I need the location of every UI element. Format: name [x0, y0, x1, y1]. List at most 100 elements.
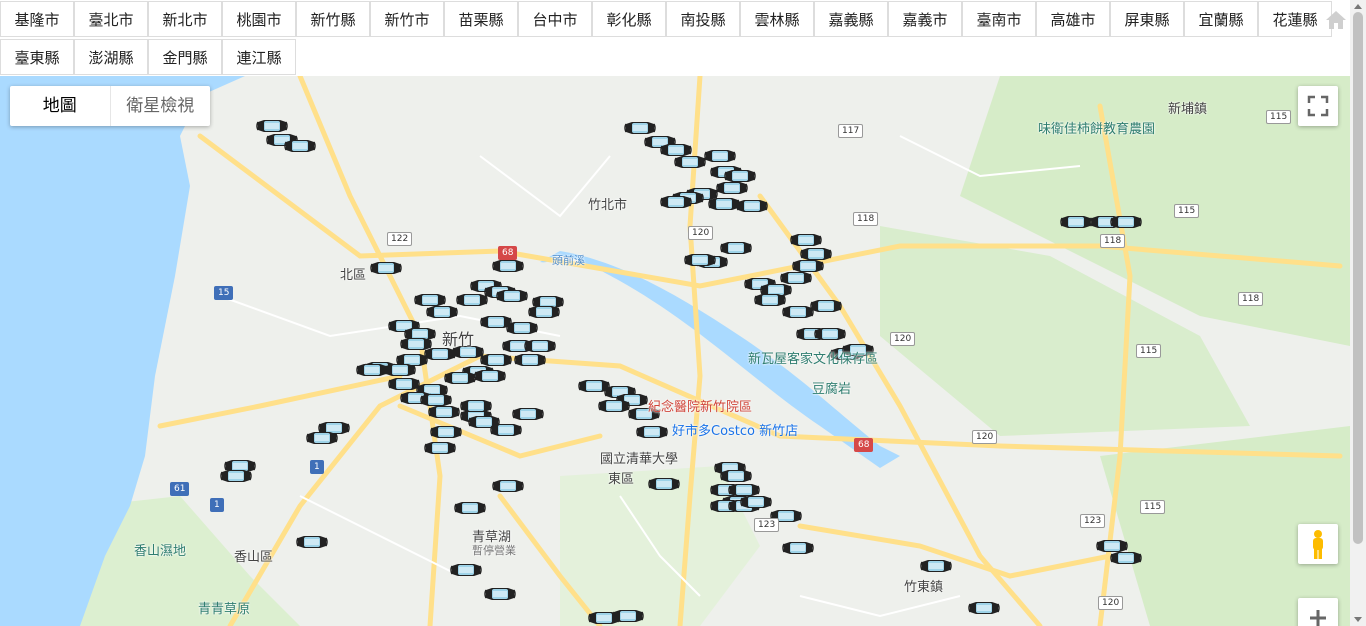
county-tab-0[interactable]: 基隆市 — [0, 1, 74, 37]
county-tab-1[interactable]: 臺北市 — [74, 1, 148, 37]
place-label-costco: 好市多Costco 新竹店 — [672, 424, 799, 439]
county-tab-16[interactable]: 宜蘭縣 — [1184, 1, 1258, 37]
scrollbar-thumb[interactable] — [1353, 12, 1363, 544]
face-mask-icon[interactable] — [810, 296, 842, 316]
place-label-zhudong: 竹東鎮 — [904, 580, 944, 595]
plus-icon — [1310, 610, 1326, 626]
county-tab-9[interactable]: 南投縣 — [666, 1, 740, 37]
route-shield: 1 — [310, 460, 324, 474]
place-label-camp: 暫停營業 — [472, 544, 516, 557]
county-tab-18[interactable]: 臺東縣 — [0, 39, 74, 75]
route-shield: 118 — [853, 212, 879, 226]
county-tab-2[interactable]: 新北市 — [148, 1, 222, 37]
county-tab-15[interactable]: 屏東縣 — [1110, 1, 1184, 37]
zoom-in-button[interactable] — [1298, 598, 1338, 626]
face-mask-icon[interactable] — [284, 136, 316, 156]
scroll-down-icon[interactable] — [1354, 617, 1362, 622]
county-tab-4[interactable]: 新竹縣 — [296, 1, 370, 37]
place-label-hospital: 紀念醫院新竹院區 — [648, 400, 753, 415]
route-shield: 15 — [214, 286, 234, 300]
route-shield: 122 — [387, 232, 413, 246]
map-type-satellite-button[interactable]: 衛星檢視 — [111, 86, 211, 126]
face-mask-icon[interactable] — [1110, 212, 1142, 232]
face-mask-icon[interactable] — [454, 498, 486, 518]
face-mask-icon[interactable] — [474, 366, 506, 386]
route-shield: 120 — [890, 332, 916, 346]
face-mask-icon[interactable] — [920, 556, 952, 576]
route-shield: 117 — [838, 124, 864, 138]
place-label-doufuyan: 豆腐岩 — [812, 382, 852, 397]
face-mask-icon[interactable] — [782, 538, 814, 558]
route-shield: 123 — [754, 518, 780, 532]
face-mask-icon[interactable] — [736, 196, 768, 216]
face-mask-icon[interactable] — [514, 350, 546, 370]
route-shield: 115 — [1266, 110, 1292, 124]
face-mask-icon[interactable] — [598, 396, 630, 416]
face-mask-icon[interactable] — [424, 438, 456, 458]
place-label-wetland: 香山濕地 — [134, 544, 187, 559]
face-mask-icon[interactable] — [492, 476, 524, 496]
face-mask-icon[interactable] — [1060, 212, 1092, 232]
county-tab-11[interactable]: 嘉義縣 — [814, 1, 888, 37]
county-tab-bar: 基隆市 臺北市 新北市 桃園市 新竹縣 新竹市 苗栗縣 台中市 彰化縣 南投縣 雲林縣 嘉義縣 嘉義市臺… — [0, 0, 1350, 76]
county-tab-17[interactable]: 花蓮縣 — [1258, 1, 1332, 37]
route-shield: 115 — [1136, 344, 1162, 358]
route-shield: 68 — [498, 246, 518, 260]
county-tab-5[interactable]: 新竹市 — [370, 1, 444, 37]
face-mask-icon[interactable] — [648, 474, 680, 494]
route-shield: 68 — [854, 438, 874, 452]
face-mask-icon[interactable] — [450, 560, 482, 580]
county-tab-6[interactable]: 苗栗縣 — [444, 1, 518, 37]
face-mask-icon[interactable] — [370, 258, 402, 278]
face-mask-icon[interactable] — [740, 492, 772, 512]
map-view[interactable]: 竹北市 新埔鎮 北區 新竹 味衛佳柿餅教育農園 新瓦屋客家文化保存區 豆腐岩 紀念醫院新竹院區… — [0, 76, 1350, 626]
county-tab-8[interactable]: 彰化縣 — [592, 1, 666, 37]
route-shield: 120 — [1098, 596, 1124, 610]
route-shield: 118 — [1100, 234, 1126, 248]
face-mask-icon[interactable] — [660, 192, 692, 212]
place-label-nthu: 國立清華大學 — [600, 452, 679, 467]
fullscreen-button[interactable] — [1298, 86, 1338, 126]
face-mask-icon[interactable] — [1110, 548, 1142, 568]
face-mask-icon[interactable] — [674, 152, 706, 172]
county-tab-3[interactable]: 桃園市 — [222, 1, 296, 37]
face-mask-icon[interactable] — [220, 466, 252, 486]
county-tab-13[interactable]: 臺南市 — [962, 1, 1036, 37]
county-tab-10[interactable]: 雲林縣 — [740, 1, 814, 37]
county-tab-21[interactable]: 連江縣 — [222, 39, 296, 75]
place-label-xinpu: 新埔鎮 — [1168, 102, 1208, 117]
face-mask-icon[interactable] — [496, 286, 528, 306]
face-mask-icon[interactable] — [460, 396, 492, 416]
county-tab-20[interactable]: 金門縣 — [148, 39, 222, 75]
place-label-dongqu: 東區 — [608, 472, 635, 487]
place-label-river: 頭前溪 — [552, 254, 585, 267]
face-mask-icon[interactable] — [512, 404, 544, 424]
scroll-up-icon[interactable] — [1354, 4, 1362, 9]
place-label-farm: 味衛佳柿餅教育農園 — [1038, 122, 1156, 137]
map-type-control: 地圖 衛星檢視 — [10, 86, 210, 126]
face-mask-icon[interactable] — [306, 428, 338, 448]
route-shield: 120 — [972, 430, 998, 444]
face-mask-icon[interactable] — [506, 318, 538, 338]
face-mask-icon[interactable] — [612, 606, 644, 626]
face-mask-icon[interactable] — [444, 368, 476, 388]
street-view-pegman-button[interactable] — [1298, 524, 1338, 564]
face-mask-icon[interactable] — [968, 598, 1000, 618]
face-mask-icon[interactable] — [428, 402, 460, 422]
place-label-hakka_park: 新瓦屋客家文化保存區 — [748, 352, 879, 367]
face-mask-icon[interactable] — [684, 250, 716, 270]
place-label-xiangshan: 香山區 — [234, 550, 274, 565]
county-tab-14[interactable]: 高雄市 — [1036, 1, 1110, 37]
face-mask-icon[interactable] — [456, 290, 488, 310]
county-tab-7[interactable]: 台中市 — [518, 1, 592, 37]
county-tab-19[interactable]: 澎湖縣 — [74, 39, 148, 75]
place-label-beiqu: 北區 — [340, 268, 367, 283]
vertical-scrollbar[interactable] — [1350, 0, 1366, 626]
face-mask-icon[interactable] — [484, 584, 516, 604]
face-mask-icon[interactable] — [426, 302, 458, 322]
face-mask-icon[interactable] — [296, 532, 328, 552]
home-icon[interactable] — [1324, 8, 1348, 32]
face-mask-icon[interactable] — [636, 422, 668, 442]
map-type-map-button[interactable]: 地圖 — [10, 86, 111, 126]
county-tab-12[interactable]: 嘉義市 — [888, 1, 962, 37]
